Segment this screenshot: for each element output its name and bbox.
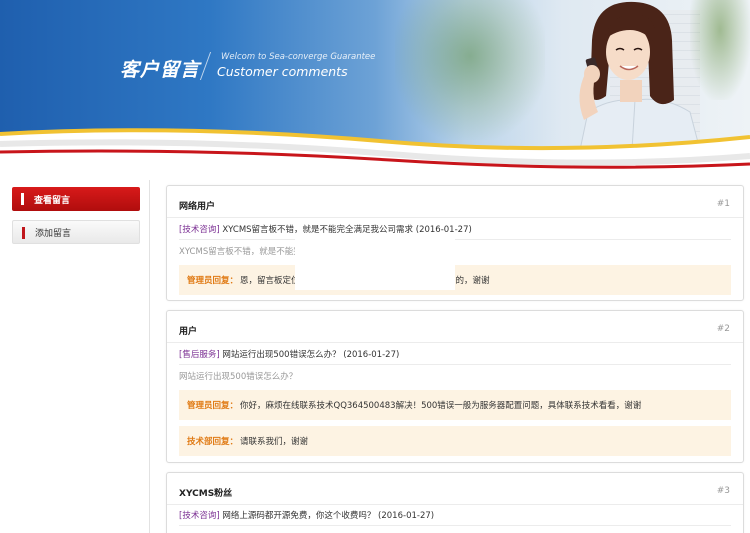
reply-label: 技术部回复： [187, 437, 239, 447]
message-username: 网络用户 [179, 202, 216, 212]
message-card: 用户 #2 [售后服务] 网站运行出现500错误怎么办？ (2016-01-27… [166, 310, 744, 463]
reply-label: 管理员回复： [187, 276, 239, 286]
message-number: #1 [716, 199, 730, 209]
sidebar-item-label: 查看留言 [34, 195, 71, 206]
divider [179, 525, 731, 526]
sidebar-item-add-message[interactable]: 添加留言 [12, 220, 140, 244]
sidebar-item-marker [22, 227, 25, 239]
message-content: 网站运行出现500错误怎么办？ [179, 372, 298, 382]
message-number: #3 [716, 486, 730, 496]
message-header: 网络用户 #1 [167, 186, 743, 218]
admin-reply: 管理员回复： 恩，留言板定位 的，谢谢 [179, 265, 731, 295]
banner-wave-decoration [0, 128, 750, 180]
banner-divider [199, 52, 212, 80]
banner-title-cn: 客户留言 [120, 59, 201, 81]
message-card: XYCMS粉丝 #3 [技术咨询] 网络上源码都开源免费，你这个收费吗？ (20… [166, 472, 744, 533]
sidebar-item-label: 添加留言 [35, 228, 72, 239]
reply-label: 管理员回复： [187, 401, 239, 411]
message-username: 用户 [179, 327, 198, 337]
message-question-text: 网站运行出现500错误怎么办？ (2016-01-27) [222, 350, 400, 360]
message-username: XYCMS粉丝 [179, 489, 233, 499]
message-question-text: 网络上源码都开源免费，你这个收费吗？ (2016-01-27) [222, 511, 435, 521]
message-category-tag: [技术咨询] [179, 511, 220, 521]
banner-title-en: Customer comments [217, 64, 348, 79]
sidebar: 查看留言 添加留言 [0, 180, 150, 533]
message-question: [售后服务] 网站运行出现500错误怎么办？ (2016-01-27) [179, 348, 399, 360]
tech-reply: 技术部回复： 请联系我们，谢谢 [179, 426, 731, 456]
banner-foliage-graphic [395, 0, 545, 140]
message-header: XYCMS粉丝 #3 [167, 473, 743, 505]
reply-text: 你好，麻烦在线联系技术QQ364500483解决！500错误一般为服务器配置问题… [240, 401, 642, 411]
divider [179, 364, 731, 365]
message-question-text: XYCMS留言板不错，就是不能完全满足我公司需求 (2016-01-27) [222, 225, 472, 235]
message-category-tag: [技术咨询] [179, 225, 220, 235]
redaction-overlay [295, 238, 455, 290]
message-question: [技术咨询] XYCMS留言板不错，就是不能完全满足我公司需求 (2016-01… [179, 223, 472, 235]
message-number: #2 [716, 324, 730, 334]
message-card: 网络用户 #1 [技术咨询] XYCMS留言板不错，就是不能完全满足我公司需求 … [166, 185, 744, 301]
sidebar-item-marker [21, 193, 24, 205]
message-question: [技术咨询] 网络上源码都开源免费，你这个收费吗？ (2016-01-27) [179, 509, 434, 521]
admin-reply: 管理员回复： 你好，麻烦在线联系技术QQ364500483解决！500错误一般为… [179, 390, 731, 420]
reply-text-end: 的，谢谢 [455, 276, 490, 286]
banner-welcome-text: Welcom to Sea-converge Guarantee [221, 52, 376, 62]
divider [179, 239, 731, 240]
reply-text: 请联系我们，谢谢 [240, 437, 309, 447]
sidebar-item-view-messages[interactable]: 查看留言 [12, 187, 140, 211]
message-header: 用户 #2 [167, 311, 743, 343]
header-banner: 客户留言 Welcom to Sea-converge Guarantee Cu… [0, 0, 750, 180]
message-category-tag: [售后服务] [179, 350, 220, 360]
reply-text: 恩，留言板定位 [240, 276, 300, 286]
